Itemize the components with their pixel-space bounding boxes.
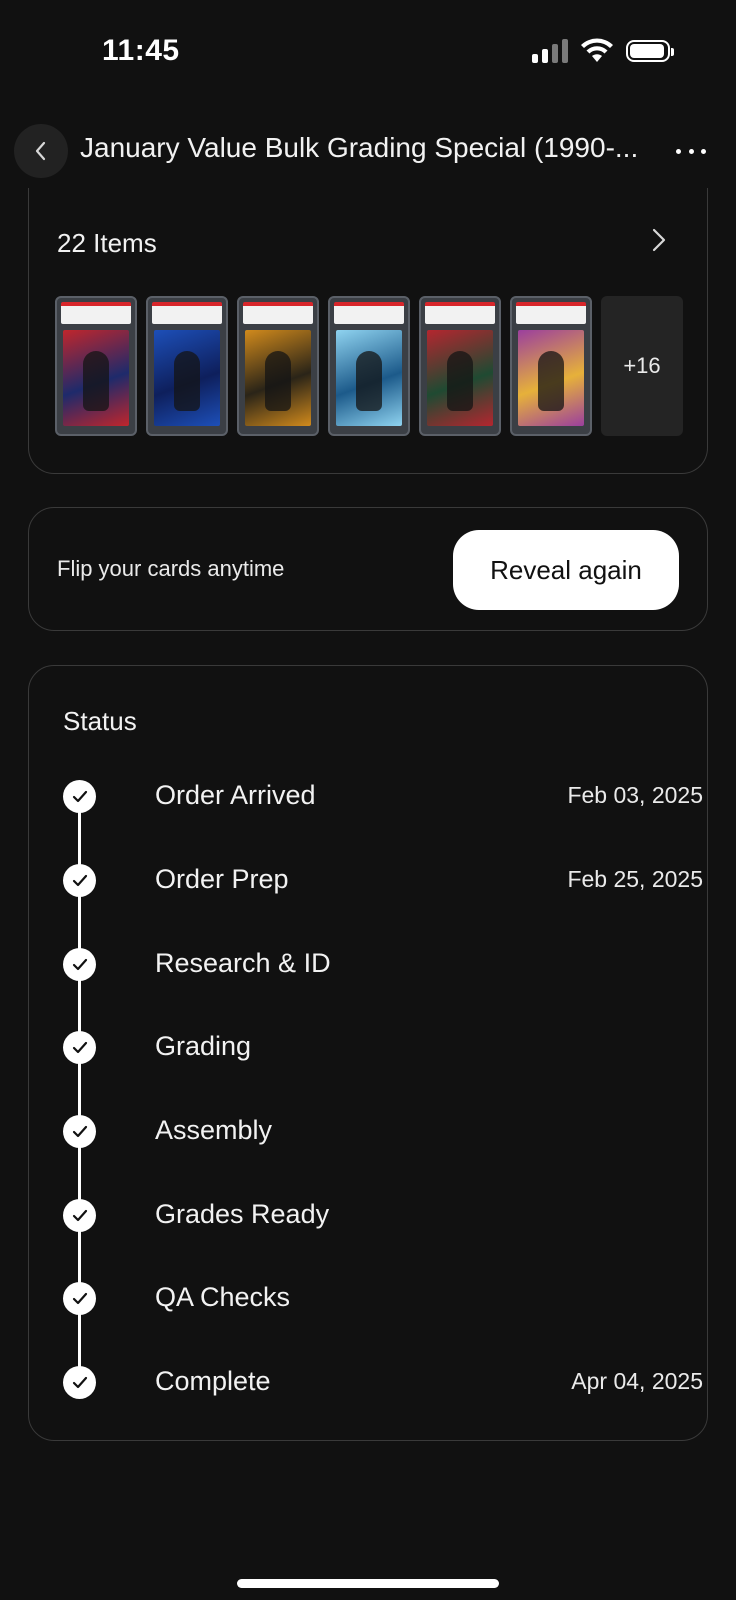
wifi-icon xyxy=(581,38,613,62)
back-button[interactable] xyxy=(14,124,68,178)
step-name: Order Arrived xyxy=(155,780,316,810)
step-name: Assembly xyxy=(155,1115,273,1145)
reveal-again-button[interactable]: Reveal again xyxy=(453,530,679,610)
card-thumbnail[interactable] xyxy=(146,296,228,436)
step-name: Grades Ready xyxy=(155,1199,330,1229)
flip-card: Flip your cards anytime Reveal again xyxy=(28,507,708,631)
flip-text: Flip your cards anytime xyxy=(57,556,285,581)
step-name: Order Prep xyxy=(155,864,289,894)
step-date: Feb 25, 2025 xyxy=(567,866,703,892)
header: January Value Bulk Grading Special (1990… xyxy=(0,118,736,184)
step-date: Apr 04, 2025 xyxy=(571,1368,703,1394)
status-step: QA Checks xyxy=(63,1280,703,1320)
status-step: Order Arrived Feb 03, 2025 xyxy=(63,778,703,818)
status-title: Status xyxy=(63,706,137,736)
step-name: QA Checks xyxy=(155,1282,291,1312)
check-icon xyxy=(63,948,96,981)
signal-icon xyxy=(532,39,568,63)
status-step: Order Prep Feb 25, 2025 xyxy=(63,862,703,902)
card-thumbnails: +16 xyxy=(55,296,683,436)
check-icon xyxy=(63,864,96,897)
chevron-right-icon[interactable] xyxy=(645,226,673,254)
check-icon xyxy=(63,1282,96,1315)
status-step: Complete Apr 04, 2025 xyxy=(63,1364,703,1404)
card-thumbnail[interactable] xyxy=(510,296,592,436)
items-count-title: 22 Items xyxy=(57,228,157,258)
card-thumbnail[interactable] xyxy=(237,296,319,436)
items-card[interactable]: 22 Items +16 xyxy=(28,188,708,474)
page-title: January Value Bulk Grading Special (1990… xyxy=(80,132,639,163)
status-bar: 11:45 xyxy=(0,0,736,100)
step-name: Research & ID xyxy=(155,948,331,978)
card-thumbnail[interactable] xyxy=(55,296,137,436)
more-items-tile[interactable]: +16 xyxy=(601,296,683,436)
ellipsis-icon xyxy=(676,148,681,154)
status-step: Research & ID xyxy=(63,946,703,986)
card-thumbnail[interactable] xyxy=(328,296,410,436)
status-step: Grading xyxy=(63,1029,703,1069)
chevron-left-icon xyxy=(35,141,46,161)
step-date: Feb 03, 2025 xyxy=(567,782,703,808)
check-icon xyxy=(63,1031,96,1064)
status-step: Grades Ready xyxy=(63,1197,703,1237)
status-icons xyxy=(532,38,674,64)
battery-icon xyxy=(626,40,674,62)
more-options-button[interactable] xyxy=(676,136,706,166)
home-indicator[interactable] xyxy=(237,1579,499,1588)
status-time: 11:45 xyxy=(102,34,180,67)
check-icon xyxy=(63,1199,96,1232)
check-icon xyxy=(63,1366,96,1399)
step-name: Complete xyxy=(155,1366,271,1396)
card-thumbnail[interactable] xyxy=(419,296,501,436)
status-card: Status Order Arrived Feb 03, 2025 Order … xyxy=(28,665,708,1441)
status-step: Assembly xyxy=(63,1113,703,1153)
check-icon xyxy=(63,1115,96,1148)
step-name: Grading xyxy=(155,1031,252,1061)
check-icon xyxy=(63,780,96,813)
